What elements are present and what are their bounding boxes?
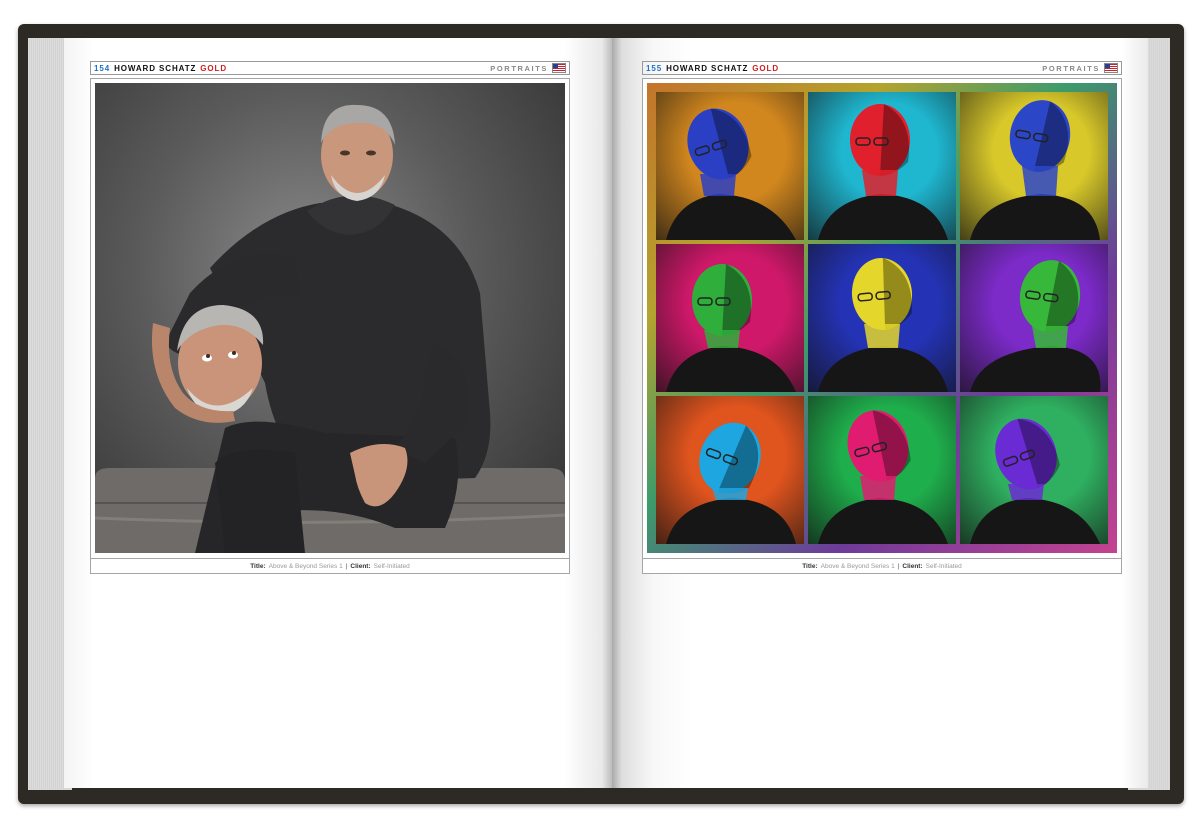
author-name: HOWARD SCHATZ [114,63,197,73]
grid-tile [960,244,1108,392]
grid-tile [656,244,804,392]
color-grid-photo [647,83,1117,553]
caption-title: Above & Beyond Series 1 [268,562,343,570]
caption-title: Above & Beyond Series 1 [820,562,895,570]
us-flag-icon [1104,63,1118,73]
caption-client-label: Client: [902,562,923,570]
running-head-left: 154 HOWARD SCHATZ GOLD PORTRAITS [90,61,570,75]
caption-separator: | [897,562,900,570]
caption-right: Title: Above & Beyond Series 1 | Client:… [643,558,1121,573]
section-tag: PORTRAITS [1042,63,1118,73]
caption-separator: | [345,562,348,570]
portrait-photo [95,83,565,553]
page-number: 155 [646,63,663,73]
grid-tile [656,396,804,544]
grid-tile [808,92,956,240]
caption-client: Self-Initiated [925,562,962,570]
edition-label: GOLD [752,63,779,73]
left-page: 154 HOWARD SCHATZ GOLD PORTRAITS Title: … [64,38,612,788]
grid-tile [808,396,956,544]
grid-tile [656,92,804,240]
caption-client-label: Client: [350,562,371,570]
portrait-illustration [95,104,565,553]
head-title: 155 HOWARD SCHATZ GOLD [646,64,779,73]
running-head-right: 155 HOWARD SCHATZ GOLD PORTRAITS [642,61,1122,75]
head-title: 154 HOWARD SCHATZ GOLD [94,64,227,73]
caption-title-label: Title: [802,562,818,570]
page-number: 154 [94,63,111,73]
grid-tile [960,92,1108,240]
caption-left: Title: Above & Beyond Series 1 | Client:… [91,558,569,573]
portrait-grid [656,92,1108,544]
section-tag: PORTRAITS [490,63,566,73]
edition-label: GOLD [200,63,227,73]
grid-tile [960,396,1108,544]
caption-title-label: Title: [250,562,266,570]
photo-frame-right: Title: Above & Beyond Series 1 | Client:… [642,78,1122,574]
right-page: 155 HOWARD SCHATZ GOLD PORTRAITS Title: … [612,38,1148,788]
author-name: HOWARD SCHATZ [666,63,749,73]
grid-tile [808,244,956,392]
photo-frame-left: Title: Above & Beyond Series 1 | Client:… [90,78,570,574]
section-label: PORTRAITS [490,63,548,73]
caption-client: Self-Initiated [373,562,410,570]
us-flag-icon [552,63,566,73]
section-label: PORTRAITS [1042,63,1100,73]
